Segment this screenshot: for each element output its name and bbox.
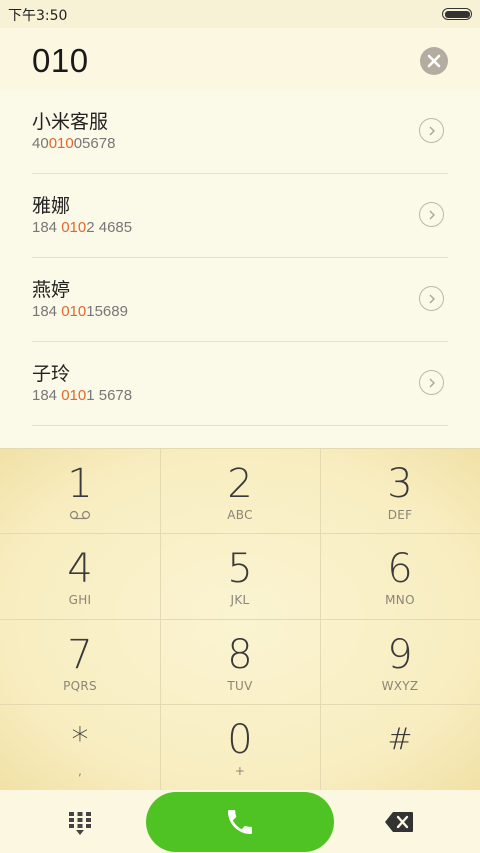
dial-display: 010 xyxy=(0,28,480,90)
status-time: 下午3:50 xyxy=(8,8,68,24)
key-letters: , xyxy=(77,764,83,778)
dialed-number: 010 xyxy=(32,42,89,79)
key-3[interactable]: 3 DEF xyxy=(320,448,480,533)
contact-name: 子玲 xyxy=(32,363,71,385)
contact-number: 184 0101 5678 xyxy=(32,387,133,404)
key-letters: TUV xyxy=(227,679,253,693)
key-9[interactable]: 9 WXYZ xyxy=(320,619,480,704)
key-0[interactable]: 0 + xyxy=(160,704,320,789)
key-hash[interactable]: # xyxy=(320,704,480,789)
key-6[interactable]: 6 MNO xyxy=(320,533,480,618)
contact-name: 雅娜 xyxy=(32,195,71,217)
chevron-right-icon xyxy=(429,294,435,303)
key-star[interactable]: * , xyxy=(0,704,160,789)
key-letters: MNO xyxy=(385,593,415,607)
phone-icon xyxy=(228,810,252,834)
backspace-icon xyxy=(385,812,413,832)
dial-keypad: 1 2 ABC 3 DEF 4 GHI 5 JKL 6 MNO 7 PQRS 8… xyxy=(0,448,480,790)
key-8[interactable]: 8 TUV xyxy=(160,619,320,704)
contact-number: 4001005678 xyxy=(32,135,116,152)
contact-number: 184 0102 4685 xyxy=(32,219,133,236)
chevron-right-icon xyxy=(429,210,435,219)
key-2[interactable]: 2 ABC xyxy=(160,448,320,533)
key-digit: 7 xyxy=(67,632,93,678)
contact-name: 燕婷 xyxy=(32,279,71,301)
keypad-toggle-button[interactable] xyxy=(66,810,94,836)
contact-row[interactable]: 燕婷 184 01015689 xyxy=(32,258,448,342)
contact-list: 小米客服 4001005678 雅娜 184 0102 4685 燕婷 184 … xyxy=(0,90,480,448)
status-bar: 下午3:50 xyxy=(0,0,480,28)
key-digit: 2 xyxy=(227,461,253,507)
key-letters: + xyxy=(234,764,246,778)
key-letters: WXYZ xyxy=(381,679,419,693)
chevron-right-icon xyxy=(429,378,435,387)
match-highlight: 010 xyxy=(61,387,87,404)
bottom-bar xyxy=(0,790,480,853)
key-digit: 5 xyxy=(227,546,253,592)
chevron-right-icon xyxy=(429,126,435,135)
key-letters: JKL xyxy=(230,593,250,607)
contact-detail-button[interactable] xyxy=(419,202,444,227)
contact-detail-button[interactable] xyxy=(419,370,444,395)
key-1[interactable]: 1 xyxy=(0,448,160,533)
contact-row[interactable]: 子玲 184 0101 5678 xyxy=(32,342,448,426)
key-7[interactable]: 7 PQRS xyxy=(0,619,160,704)
contact-number: 184 01015689 xyxy=(32,303,128,320)
key-digit: 1 xyxy=(67,461,93,507)
key-digit: 0 xyxy=(227,717,253,763)
voicemail-icon xyxy=(69,510,91,520)
match-highlight: 010 xyxy=(61,303,87,320)
contact-row[interactable]: 小米客服 4001005678 xyxy=(32,90,448,174)
key-4[interactable]: 4 GHI xyxy=(0,533,160,618)
key-letters: DEF xyxy=(387,508,413,522)
key-digit: * xyxy=(71,720,89,760)
key-digit: 4 xyxy=(67,546,93,592)
key-digit: 9 xyxy=(387,632,413,678)
key-letters: ABC xyxy=(227,508,253,522)
contact-detail-button[interactable] xyxy=(419,286,444,311)
key-digit: 3 xyxy=(387,461,413,507)
contact-name: 小米客服 xyxy=(32,111,109,133)
battery-icon xyxy=(442,8,472,20)
key-digit: 6 xyxy=(387,546,413,592)
key-5[interactable]: 5 JKL xyxy=(160,533,320,618)
match-highlight: 010 xyxy=(61,219,87,236)
dialpad-icon xyxy=(69,812,91,835)
clear-icon xyxy=(427,54,441,68)
key-letters: PQRS xyxy=(63,679,97,693)
contact-detail-button[interactable] xyxy=(419,118,444,143)
key-digit: 8 xyxy=(227,632,253,678)
key-letters: GHI xyxy=(68,593,92,607)
match-highlight: 010 xyxy=(48,135,74,152)
backspace-button[interactable] xyxy=(384,811,414,833)
clear-button[interactable] xyxy=(420,47,448,75)
key-digit: # xyxy=(387,722,413,757)
contact-row[interactable]: 雅娜 184 0102 4685 xyxy=(32,174,448,258)
call-button[interactable] xyxy=(146,792,334,852)
